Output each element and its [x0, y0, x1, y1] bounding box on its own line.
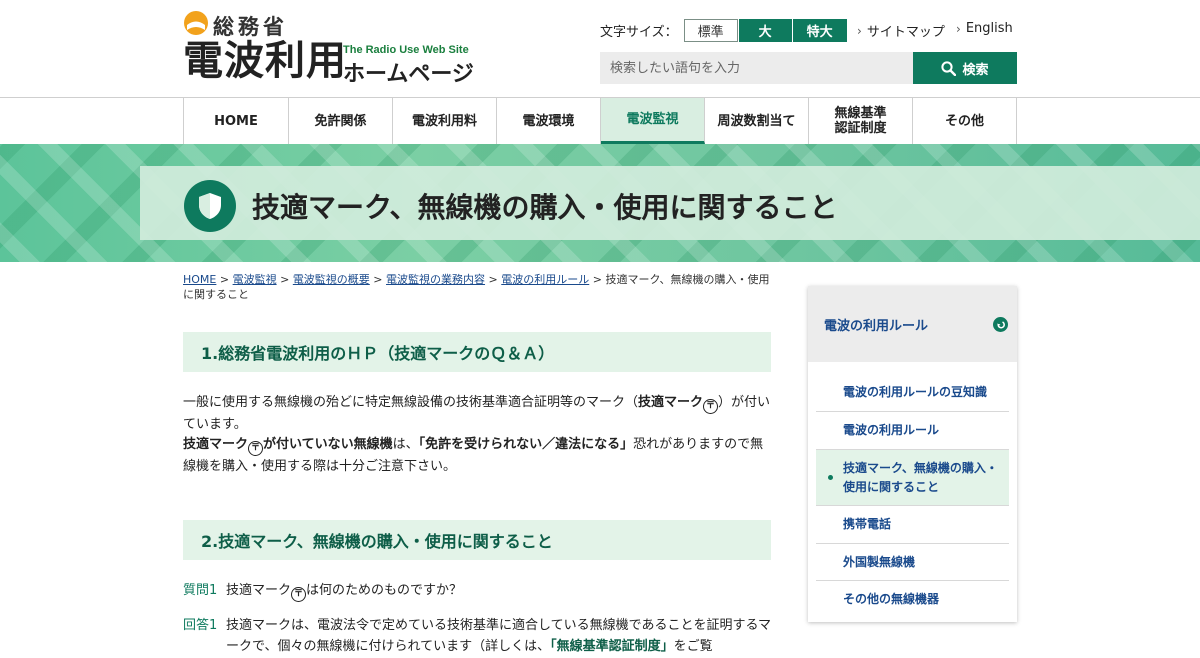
- local-nav-item-rules[interactable]: 電波の利用ルール: [816, 412, 1009, 450]
- section-1-paragraph-1: 一般に使用する無線機の殆どに特定無線設備の技術基準適合証明等のマーク（技適マーク…: [183, 392, 771, 435]
- page-title: 技適マーク、無線機の購入・使用に関すること: [252, 191, 838, 224]
- local-nav-heading[interactable]: 電波の利用ルール: [808, 286, 1017, 362]
- breadcrumb-separator: >: [276, 273, 293, 286]
- breadcrumb-separator: >: [369, 273, 387, 286]
- nav-item-monitoring[interactable]: 電波監視: [601, 98, 705, 144]
- local-nav-item-basics[interactable]: 電波の利用ルールの豆知識: [816, 374, 1009, 412]
- font-size-xlarge-button[interactable]: 特大: [792, 18, 847, 42]
- shield-icon: [184, 180, 236, 232]
- local-nav-heading-label: 電波の利用ルール: [824, 318, 929, 334]
- font-size-label: 文字サイズ：: [600, 24, 678, 40]
- ministry-name: 総務省: [213, 15, 288, 39]
- font-size-large-button[interactable]: 大: [738, 18, 792, 42]
- english-link[interactable]: › English: [956, 21, 1013, 36]
- section-1-paragraph-2: 技適マーク〒が付いていない無線機は、「免許を受けられない／違法になる」恐れがあり…: [183, 434, 771, 477]
- site-search: 検索: [600, 52, 1017, 84]
- nav-item-environment[interactable]: 電波環境: [497, 98, 601, 144]
- text-bold: が付いていない無線機: [263, 437, 393, 452]
- nav-item-fee[interactable]: 電波利用料: [393, 98, 497, 144]
- back-arrow-icon: [993, 316, 1008, 332]
- global-nav: HOME 免許関係 電波利用料 電波環境 電波監視 周波数割当て 無線基準認証制…: [183, 98, 1017, 144]
- sitemap-label: サイトマップ: [866, 25, 945, 40]
- site-name: 電波利用: [183, 38, 347, 84]
- site-header: 総務省 電波利用 The Radio Use Web Site ホームページ 文…: [0, 0, 1200, 98]
- text-bold: 技適マーク: [183, 437, 249, 452]
- local-nav-item-mobile[interactable]: 携帯電話: [816, 506, 1009, 544]
- local-nav: 電波の利用ルール 電波の利用ルールの豆知識 電波の利用ルール 技適マーク、無線機…: [808, 286, 1017, 622]
- answer-label: 回答1: [183, 618, 218, 633]
- text-span: をご覧: [673, 639, 713, 654]
- nav-item-certification[interactable]: 無線基準認証制度: [809, 98, 913, 144]
- breadcrumb-link-home[interactable]: HOME: [183, 273, 216, 286]
- local-nav-item-label: 携帯電話: [843, 517, 892, 531]
- site-name-english: The Radio Use Web Site: [343, 44, 469, 56]
- giteki-mark-icon: 〒: [291, 587, 307, 602]
- chevron-right-icon: ›: [857, 23, 862, 38]
- search-button[interactable]: 検索: [913, 52, 1017, 84]
- text-span: は何のためのものですか？: [306, 583, 463, 598]
- text-span: 一般に使用する無線機の殆どに特定無線設備の技術基準適合証明等のマーク（: [183, 395, 639, 410]
- nav-item-frequency[interactable]: 周波数割当て: [705, 98, 809, 144]
- text-bold: 「免許を受けられない／違法になる」: [418, 437, 634, 452]
- ministry-logo-icon: [184, 11, 208, 35]
- answer-1: 回答1 技適マークは、電波法令で定めている技術基準に適合している無線機であること…: [183, 615, 771, 657]
- site-name-homepage: ホームページ: [343, 62, 474, 87]
- text-bold: 技適マーク: [638, 395, 704, 410]
- local-nav-item-foreign[interactable]: 外国製無線機: [816, 544, 1009, 581]
- breadcrumb-separator: >: [485, 273, 502, 286]
- font-size-standard-button[interactable]: 標準: [683, 18, 738, 42]
- question-text: 技適マーク〒は何のためのものですか？: [226, 580, 462, 602]
- nav-item-home[interactable]: HOME: [184, 98, 289, 144]
- giteki-mark-icon: 〒: [248, 441, 264, 456]
- nav-item-license[interactable]: 免許関係: [289, 98, 393, 144]
- text-span: 技適マーク: [226, 583, 292, 598]
- local-nav-item-label: 電波の利用ルールの豆知識: [843, 385, 988, 399]
- local-nav-item-label: 外国製無線機: [843, 554, 916, 569]
- local-nav-item-label: その他の無線機器: [843, 592, 940, 606]
- nav-item-other[interactable]: その他: [913, 98, 1017, 144]
- text-span: は、: [392, 437, 419, 452]
- site-logo[interactable]: 総務省 電波利用 The Radio Use Web Site ホームページ: [183, 8, 493, 88]
- sitemap-link[interactable]: › サイトマップ: [857, 21, 945, 41]
- search-input[interactable]: [600, 52, 913, 84]
- breadcrumb-separator: >: [589, 273, 606, 286]
- search-button-label: 検索: [962, 62, 989, 78]
- certification-link[interactable]: 「無線基準認証制度」: [550, 639, 674, 654]
- local-nav-item-others[interactable]: その他の無線機器: [816, 581, 1009, 618]
- breadcrumb-link-duties[interactable]: 電波監視の業務内容: [386, 273, 485, 286]
- giteki-mark-icon: 〒: [703, 399, 719, 414]
- breadcrumb-link-monitoring[interactable]: 電波監視: [233, 273, 277, 286]
- section-1-heading: 1.総務省電波利用のＨＰ（技適マークのＱ＆Ａ）: [183, 332, 771, 372]
- english-label: English: [965, 21, 1013, 36]
- question-1: 質問1 技適マーク〒は何のためのものですか？: [183, 580, 771, 602]
- question-label: 質問1: [183, 583, 218, 598]
- answer-text: 技適マークは、電波法令で定めている技術基準に適合している無線機であることを証明す…: [226, 615, 771, 657]
- search-icon: [941, 60, 957, 76]
- local-nav-item-label: 技適マーク、無線機の購入・使用に関すること: [843, 460, 998, 494]
- breadcrumb-separator: >: [216, 273, 233, 286]
- local-nav-item-label: 電波の利用ルール: [843, 423, 940, 437]
- local-nav-list: 電波の利用ルールの豆知識 電波の利用ルール 技適マーク、無線機の購入・使用に関す…: [808, 362, 1017, 618]
- font-size-switcher: 文字サイズ： 標準 大 特大: [600, 18, 848, 42]
- current-dot-icon: [828, 474, 833, 480]
- chevron-right-icon: ›: [956, 21, 961, 36]
- breadcrumb-link-overview[interactable]: 電波監視の概要: [293, 273, 370, 286]
- breadcrumb-link-rules[interactable]: 電波の利用ルール: [501, 273, 589, 286]
- section-2-heading: 2.技適マーク、無線機の購入・使用に関すること: [183, 520, 771, 560]
- local-nav-item-giteki[interactable]: 技適マーク、無線機の購入・使用に関すること: [816, 450, 1009, 506]
- breadcrumb: HOME > 電波監視 > 電波監視の概要 > 電波監視の業務内容 > 電波の利…: [183, 272, 773, 302]
